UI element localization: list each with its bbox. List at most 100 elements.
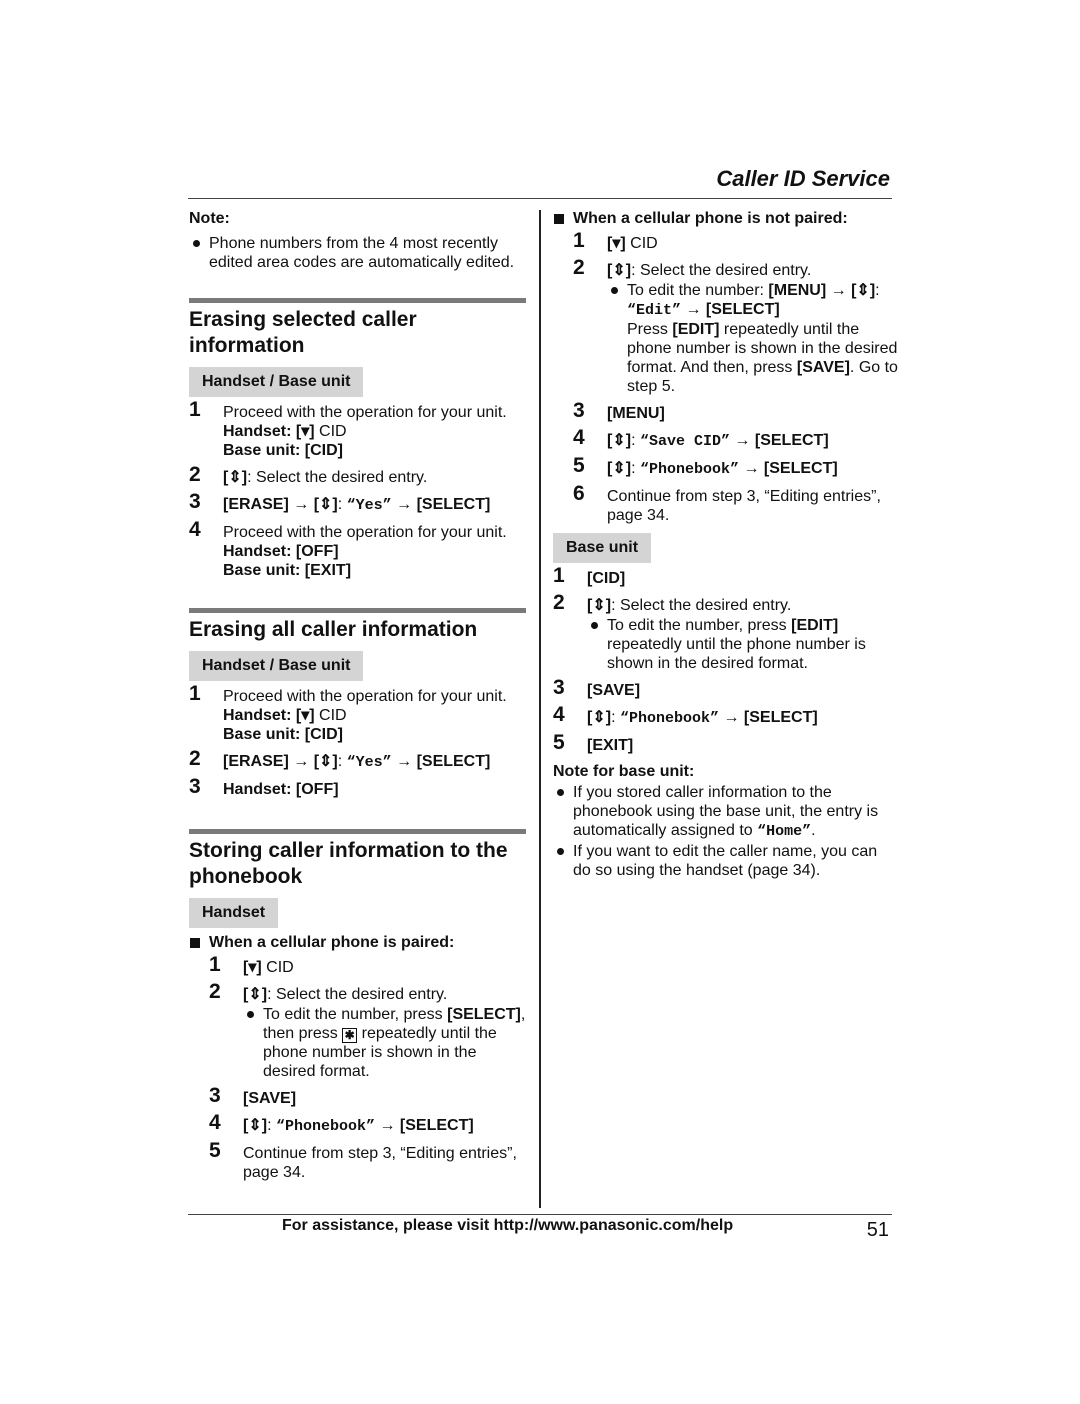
cid-text: CID (319, 423, 347, 440)
unit-tag: Handset (189, 898, 279, 928)
handset-label: Handset: (223, 781, 292, 798)
step-number: 3 (189, 775, 201, 798)
menu-key: [MENU] (768, 282, 827, 299)
bullet-text: To edit the number, press (263, 1006, 443, 1023)
step: 6 Continue from step 3, “Editing entries… (573, 482, 898, 525)
select-key: [SELECT] (416, 496, 491, 513)
section-rule (189, 298, 526, 303)
updown-key-icon: [⇕] (607, 262, 632, 279)
step-bullet: To edit the number: [MENU] → [⇕]: “Edit”… (607, 281, 898, 396)
step: 2 [⇕]: Select the desired entry. To edit… (573, 256, 898, 396)
step-number: 2 (209, 980, 221, 1003)
updown-key-icon: [⇕] (607, 460, 632, 477)
updown-key-icon: [⇕] (243, 1117, 268, 1134)
step: 4 [⇕]: “Save CID” → [SELECT] (573, 426, 829, 450)
step-number: 4 (573, 426, 585, 449)
step-text: : Select the desired entry. (611, 597, 792, 614)
base-label: Base unit: (223, 442, 301, 459)
arrow-icon: → (685, 301, 702, 318)
down-key-icon: [▾] (607, 235, 626, 252)
updown-key-icon: [⇕] (587, 709, 612, 726)
footer-help-text: For assistance, please visit http://www.… (282, 1217, 734, 1234)
note-block: Note: Phone numbers from the 4 most rece… (189, 210, 529, 272)
base-label: Base unit: (223, 562, 301, 579)
arrow-icon: → (830, 282, 847, 299)
step-text: Proceed with the operation for your unit… (223, 688, 507, 705)
step-text: Proceed with the operation for your unit… (223, 524, 507, 541)
step-text: CID (630, 235, 658, 252)
base-note-title: Note for base unit: (553, 763, 695, 780)
step: 3 [SAVE] (209, 1085, 529, 1108)
step-text: : Select the desired entry. (267, 986, 448, 1003)
note-item: If you stored caller information to the … (553, 783, 898, 841)
step-text: Proceed with the operation for your unit… (223, 404, 507, 421)
step-number: 5 (573, 454, 585, 477)
step: 3 [SAVE] (553, 676, 898, 700)
down-key-icon: [▾] (295, 423, 315, 440)
step-number: 4 (209, 1111, 221, 1134)
arrow-icon: → (293, 753, 310, 770)
subheading-paired: When a cellular phone is paired: (189, 934, 529, 952)
step: 1 [▾] CID (573, 230, 898, 253)
edit-key: [EDIT] (791, 617, 839, 634)
step-text: Continue from step 3, “Editing entries”,… (607, 488, 881, 524)
exit-key: [EXIT] (587, 737, 634, 754)
off-key: [OFF] (295, 781, 339, 798)
bullet-text: Press (627, 321, 668, 338)
handset-label: Handset: (223, 707, 292, 724)
step-number: 6 (573, 482, 585, 505)
updown-key-icon: [⇕] (607, 432, 632, 449)
menu-value: “Yes” (346, 754, 392, 771)
cid-key: [CID] (304, 726, 344, 743)
down-key-icon: [▾] (295, 707, 315, 724)
right-column: When a cellular phone is not paired: 1 [… (553, 208, 898, 881)
arrow-icon: → (743, 460, 760, 477)
select-key: [SELECT] (743, 709, 818, 726)
step: 5 [⇕]: “Phonebook” → [SELECT] (573, 454, 838, 478)
arrow-icon: → (396, 753, 413, 770)
updown-key-icon: [⇕] (223, 469, 248, 486)
step: 4 [⇕]: “Phonebook” → [SELECT] (209, 1111, 474, 1135)
step-text: : Select the desired entry. (631, 262, 812, 279)
step: 2 [⇕]: Select the desired entry. To edit… (209, 980, 529, 1081)
save-key: [SAVE] (796, 359, 850, 376)
step-number: 1 (189, 398, 201, 421)
select-key: [SELECT] (754, 432, 829, 449)
step: 5 Continue from step 3, “Editing entries… (209, 1139, 529, 1182)
arrow-icon: → (293, 496, 310, 513)
unit-tag: Handset / Base unit (189, 367, 364, 397)
menu-value: “Home” (757, 823, 812, 840)
section-rule (189, 829, 526, 834)
handset-label: Handset: (223, 543, 292, 560)
menu-value: “Edit” (627, 302, 682, 319)
left-column: Note: Phone numbers from the 4 most rece… (189, 208, 529, 1190)
page-section-title: Caller ID Service (716, 166, 890, 191)
updown-key-icon: [⇕] (313, 753, 338, 770)
star-key-icon: ✱ (342, 1028, 358, 1043)
note-title: Note: (189, 210, 230, 227)
step: 3 Handset: [OFF] (189, 775, 529, 799)
bullet-text: To edit the number, press (607, 617, 787, 634)
step: 2 [⇕]: Select the desired entry. To edit… (553, 591, 898, 673)
step-text: CID (266, 959, 294, 976)
select-key: [SELECT] (763, 460, 838, 477)
step-text: Continue from step 3, “Editing entries”,… (243, 1145, 517, 1181)
base-label: Base unit: (223, 726, 301, 743)
arrow-icon: → (396, 496, 413, 513)
step: 2 [⇕]: Select the desired entry. (189, 463, 529, 487)
step-number: 2 (189, 463, 201, 486)
step: 3 [MENU] (573, 400, 898, 423)
step-number: 1 (553, 564, 565, 587)
step-number: 2 (573, 256, 585, 279)
step-number: 4 (553, 703, 565, 726)
unit-tag: Base unit (553, 533, 652, 563)
down-key-icon: [▾] (243, 959, 262, 976)
arrow-icon: → (734, 432, 751, 449)
step-number: 2 (553, 591, 565, 614)
step-number: 3 (553, 676, 565, 699)
updown-key-icon: [⇕] (243, 986, 268, 1003)
erase-key: [ERASE] (223, 496, 289, 513)
section-title-storing: Storing caller information to the phoneb… (189, 839, 508, 888)
step: 4 Proceed with the operation for your un… (189, 519, 529, 580)
step-number: 5 (209, 1139, 221, 1162)
